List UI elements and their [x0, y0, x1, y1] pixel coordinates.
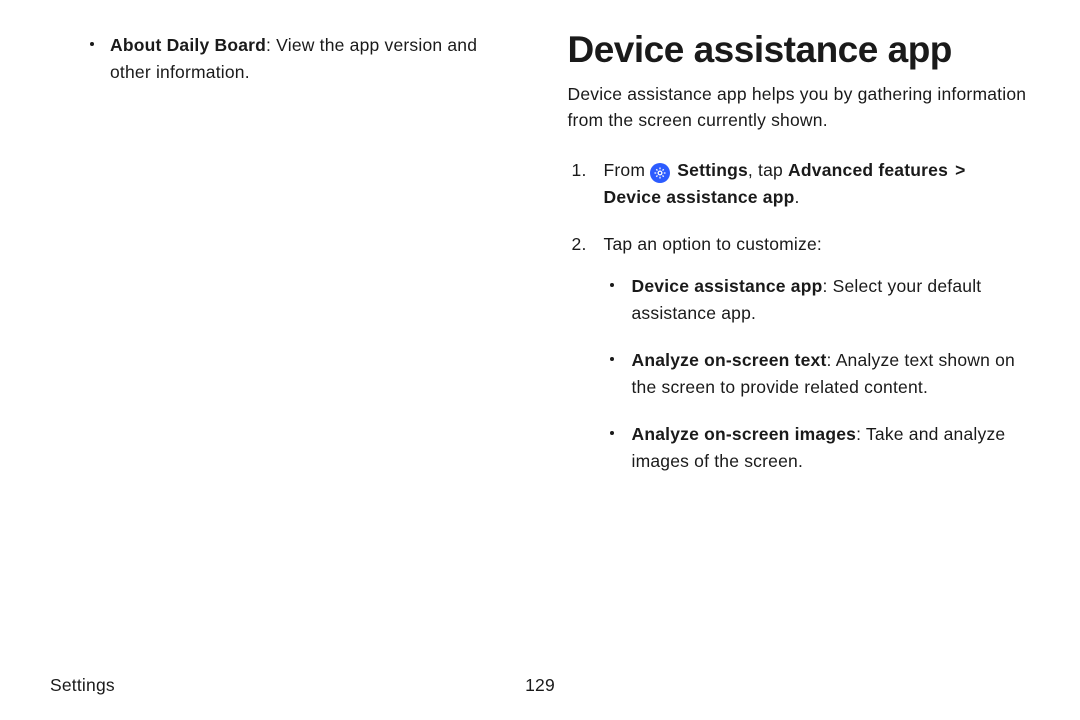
settings-label: Settings — [677, 160, 748, 180]
bullet-icon — [90, 42, 94, 46]
page-body: About Daily Board: View the app version … — [0, 0, 1080, 495]
sub-bullet-list: Device assistance app: Select your defau… — [604, 273, 1031, 476]
step-1: From Settings, tap Advanced features > D… — [568, 157, 1031, 211]
step-text-dot: . — [794, 187, 799, 207]
right-column: Device assistance app Device assistance … — [568, 30, 1031, 495]
term-label: Analyze on-screen text — [632, 350, 827, 370]
list-item: About Daily Board: View the app version … — [50, 32, 513, 86]
left-column: About Daily Board: View the app version … — [50, 30, 513, 495]
page-footer: Settings 129 — [50, 675, 1030, 696]
term-label: Analyze on-screen images — [632, 424, 857, 444]
page-number: 129 — [525, 675, 555, 696]
footer-section-label: Settings — [50, 675, 115, 695]
path-segment-label: Device assistance app — [604, 187, 795, 207]
section-heading: Device assistance app — [568, 30, 1031, 71]
term-label: Device assistance app — [632, 276, 823, 296]
list-item: Analyze on-screen text: Analyze text sho… — [604, 347, 1031, 401]
chevron-right-icon: > — [950, 160, 965, 180]
advanced-features-label: Advanced features — [788, 160, 948, 180]
list-item: Analyze on-screen images: Take and analy… — [604, 421, 1031, 475]
section-intro: Device assistance app helps you by gathe… — [568, 81, 1031, 134]
step-text-from: From — [604, 160, 651, 180]
step-2-lead: Tap an option to customize: — [604, 234, 822, 254]
step-text-tap: , tap — [748, 160, 788, 180]
settings-gear-icon — [650, 163, 670, 183]
term-label: About Daily Board — [110, 35, 266, 55]
list-item: Device assistance app: Select your defau… — [604, 273, 1031, 327]
list-item-text: About Daily Board: View the app version … — [110, 32, 513, 86]
step-2: Tap an option to customize: Device assis… — [568, 231, 1031, 475]
ordered-list: From Settings, tap Advanced features > D… — [568, 157, 1031, 475]
